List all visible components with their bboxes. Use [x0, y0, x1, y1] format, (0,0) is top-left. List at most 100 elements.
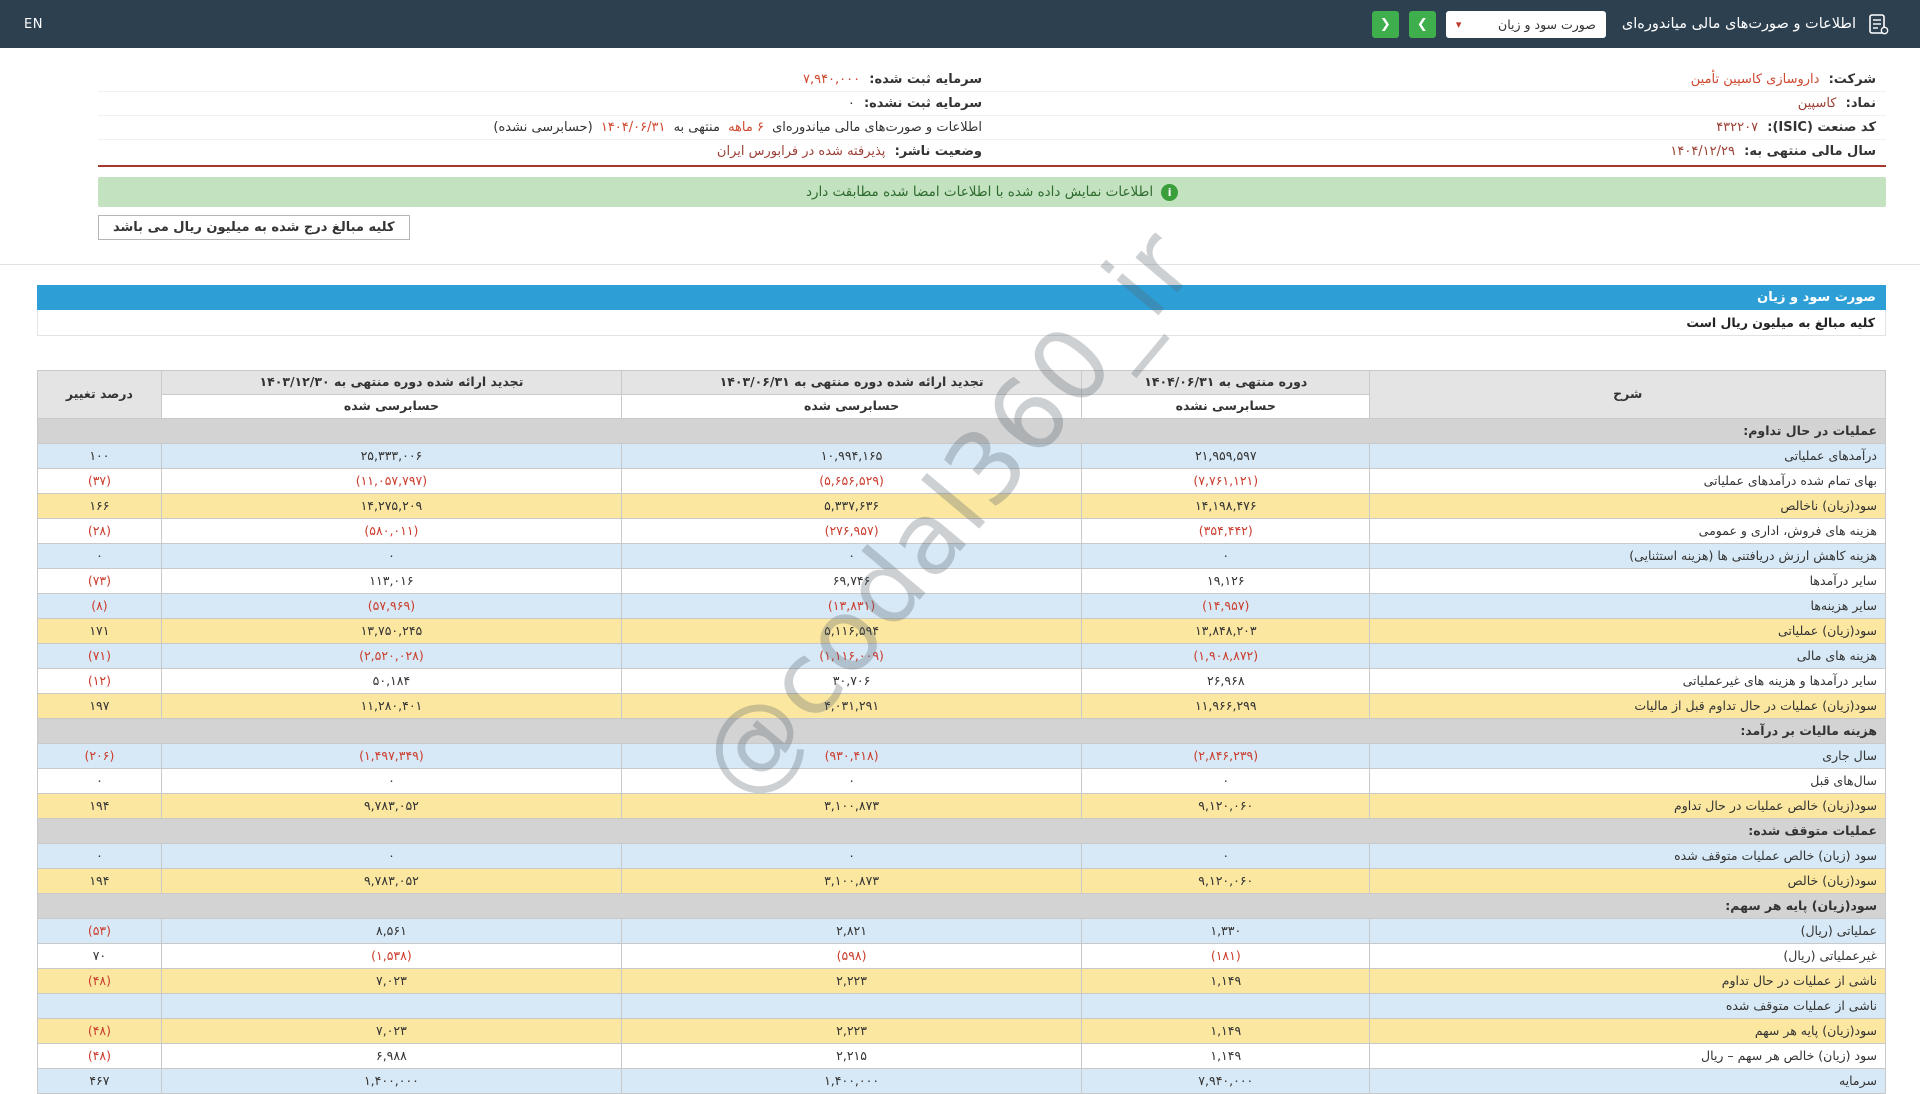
row-label: سود(زیان) خالص: [1369, 868, 1886, 894]
row-value: ۱۳,۸۴۸,۲۰۳: [1081, 618, 1371, 644]
statement-unit-note: کلیه مبالغ به میلیون ریال است: [37, 310, 1886, 336]
isic-row: کد صنعت (ISIC): ۴۳۲۲۰۷: [992, 116, 1886, 140]
row-value: (۸): [37, 593, 162, 619]
row-value: ۱۹۴: [37, 868, 162, 894]
row-value: ۲,۲۱۵: [620, 1043, 1083, 1069]
company-info-grid: شرکت: داروسازی کاسپین تأمین سرمایه ثبت ش…: [98, 68, 1886, 167]
amounts-note-line: کلیه مبالغ درج شده به میلیون ریال می باش…: [98, 215, 1886, 240]
row-label: سود (زیان) خالص عملیات متوقف شده: [1369, 843, 1886, 869]
row-label: هزینه کاهش ارزش دریافتنی ها (هزینه استثن…: [1369, 543, 1886, 569]
row-value: ۱,۱۴۹: [1081, 1043, 1371, 1069]
row-value: (۵,۶۵۶,۵۲۹): [620, 468, 1083, 494]
row-value: ۰: [620, 768, 1083, 794]
prev-statement-button[interactable]: ❮: [1371, 10, 1399, 38]
row-value: ۱۱,۹۶۶,۲۹۹: [1081, 693, 1371, 719]
unregistered-capital-value: ۰: [847, 96, 855, 111]
row-value: (۲۷۶,۹۵۷): [620, 518, 1083, 544]
row-value: ۸,۵۶۱: [160, 918, 623, 944]
row-value: ۱۷۱: [37, 618, 162, 644]
row-value: (۷,۷۶۱,۱۲۱): [1081, 468, 1371, 494]
period-duration: ۶ ماهه: [728, 120, 764, 135]
row-value: (۲,۸۴۶,۲۳۹): [1081, 743, 1371, 769]
row-value: ۱۹۴: [37, 793, 162, 819]
row-value: ۷,۰۲۳: [160, 1018, 623, 1044]
row-value: ۰: [160, 543, 623, 569]
header-description: شرح: [1369, 370, 1886, 419]
section-divider: [0, 264, 1920, 265]
statement-type-value: صورت سود و زیان: [1498, 16, 1596, 32]
row-value: (۵۸۰,۰۱۱): [160, 518, 623, 544]
section-row: عملیات در حال تداوم:: [37, 418, 1886, 444]
statement-table-body: عملیات در حال تداوم: درآمدهای عملیاتی ۲۱,۹…: [37, 418, 1886, 1094]
row-value: ۰: [1081, 543, 1371, 569]
unregistered-capital-label: سرمایه ثبت نشده:: [863, 96, 982, 111]
row-value: ۳۰,۷۰۶: [620, 668, 1083, 694]
row-value: ۰: [620, 843, 1083, 869]
row-value: ۰: [620, 543, 1083, 569]
table-row: هزینه های فروش، اداری و عمومی (۳۵۴,۴۴۲) (۲…: [37, 518, 1886, 544]
row-label: سود(زیان) ناخالص: [1369, 493, 1886, 519]
row-value: ۰: [37, 543, 162, 569]
section-label: هزینه مالیات بر درآمد:: [37, 718, 1886, 744]
row-value: ۷,۹۴۰,۰۰۰: [1081, 1068, 1371, 1094]
section-row: هزینه مالیات بر درآمد:: [37, 718, 1886, 744]
row-value: ۱۱۳,۰۱۶: [160, 568, 623, 594]
period-date: ۱۴۰۴/۰۶/۳۱: [600, 120, 666, 135]
row-value: [37, 993, 162, 1019]
fiscal-year-row: سال مالی منتهی به: ۱۴۰۴/۱۲/۲۹: [992, 140, 1886, 163]
table-row: سال‌های قبل ۰ ۰ ۰ ۰: [37, 768, 1886, 794]
statement-type-select[interactable]: صورت سود و زیان ▾: [1445, 10, 1606, 38]
statement-title-bar: صورت سود و زیان: [37, 285, 1886, 310]
row-label: سایر درآمدها: [1369, 568, 1886, 594]
symbol-label: نماد:: [1845, 96, 1876, 111]
table-row: سال جاری (۲,۸۴۶,۲۳۹) (۹۳۰,۴۱۸) (۱,۴۹۷,۳۴۹)(…: [37, 743, 1886, 769]
issuer-status-label: وضعیت ناشر:: [894, 144, 982, 159]
next-statement-button[interactable]: ❯: [1408, 10, 1436, 38]
row-label: سایر درآمدها و هزینه های غیرعملیاتی: [1369, 668, 1886, 694]
row-label: بهای تمام شده درآمدهای عملیاتی: [1369, 468, 1886, 494]
row-label: سود(زیان) عملیات در حال تداوم قبل از مال…: [1369, 693, 1886, 719]
row-value: ۰: [1081, 768, 1371, 794]
header-restated-annual: تجدید ارائه شده دوره منتهی به ۱۴۰۳/۱۲/۳۰: [160, 370, 623, 395]
row-label: سال‌های قبل: [1369, 768, 1886, 794]
registered-capital-row: سرمایه ثبت شده: ۷,۹۴۰,۰۰۰: [98, 68, 992, 92]
row-value: (۳۵۴,۴۴۲): [1081, 518, 1371, 544]
fiscal-year-value: ۱۴۰۴/۱۲/۲۹: [1670, 144, 1735, 159]
row-value: ۲,۲۲۳: [620, 1018, 1083, 1044]
row-value: (۲۸): [37, 518, 162, 544]
period-prefix: اطلاعات و صورت‌های مالی میاندوره‌ای: [772, 120, 982, 135]
row-value: ۷۰: [37, 943, 162, 969]
row-label: هزینه های مالی: [1369, 643, 1886, 669]
row-value: ۱,۳۳۰: [1081, 918, 1371, 944]
section-label: عملیات در حال تداوم:: [37, 418, 1886, 444]
row-label: درآمدهای عملیاتی: [1369, 443, 1886, 469]
row-value: ۶۹,۷۴۶: [620, 568, 1083, 594]
row-value: [620, 993, 1083, 1019]
row-value: ۱,۱۴۹: [1081, 968, 1371, 994]
period-middle: منتهی به: [673, 120, 720, 135]
row-value: ۲۱,۹۵۹,۵۹۷: [1081, 443, 1371, 469]
row-value: ۱۳,۷۵۰,۲۴۵: [160, 618, 623, 644]
row-label: سال جاری: [1369, 743, 1886, 769]
row-label: سود(زیان) عملیاتی: [1369, 618, 1886, 644]
row-value: ۴۶۷: [37, 1068, 162, 1094]
amounts-note-box: کلیه مبالغ درج شده به میلیون ریال می باش…: [98, 215, 410, 240]
row-value: ۳,۱۰۰,۸۷۳: [620, 868, 1083, 894]
info-icon: i: [1161, 183, 1179, 201]
issuer-status-row: وضعیت ناشر: پذیرفته شده در فرابورس ایران: [98, 140, 992, 163]
statement-table: شرح دوره منتهی به ۱۴۰۴/۰۶/۳۱ تجدید ارائه…: [37, 370, 1886, 1094]
row-label: عملیاتی (ریال): [1369, 918, 1886, 944]
symbol-value: کاسپین: [1797, 96, 1837, 111]
row-label: غیرعملیاتی (ریال): [1369, 943, 1886, 969]
row-value: ۱۶۶: [37, 493, 162, 519]
table-row: سود(زیان) ناخالص ۱۴,۱۹۸,۴۷۶ ۵,۳۳۷,۶۳۶ ۱۴,۲۷…: [37, 493, 1886, 519]
row-value: ۰: [37, 768, 162, 794]
language-toggle[interactable]: EN: [24, 17, 43, 32]
row-value: (۵۳): [37, 918, 162, 944]
table-row: سود(زیان) خالص ۹,۱۲۰,۰۶۰ ۳,۱۰۰,۸۷۳ ۹,۷۸۳,۰۵…: [37, 868, 1886, 894]
table-row: سود(زیان) پایه هر سهم ۱,۱۴۹ ۲,۲۲۳ ۷,۰۲۳ (۴۸): [37, 1018, 1886, 1044]
row-label: ناشی از عملیات متوقف شده: [1369, 993, 1886, 1019]
row-value: (۱,۵۳۸): [160, 943, 623, 969]
row-value: (۵۹۸): [620, 943, 1083, 969]
row-value: (۵۷,۹۶۹): [160, 593, 623, 619]
